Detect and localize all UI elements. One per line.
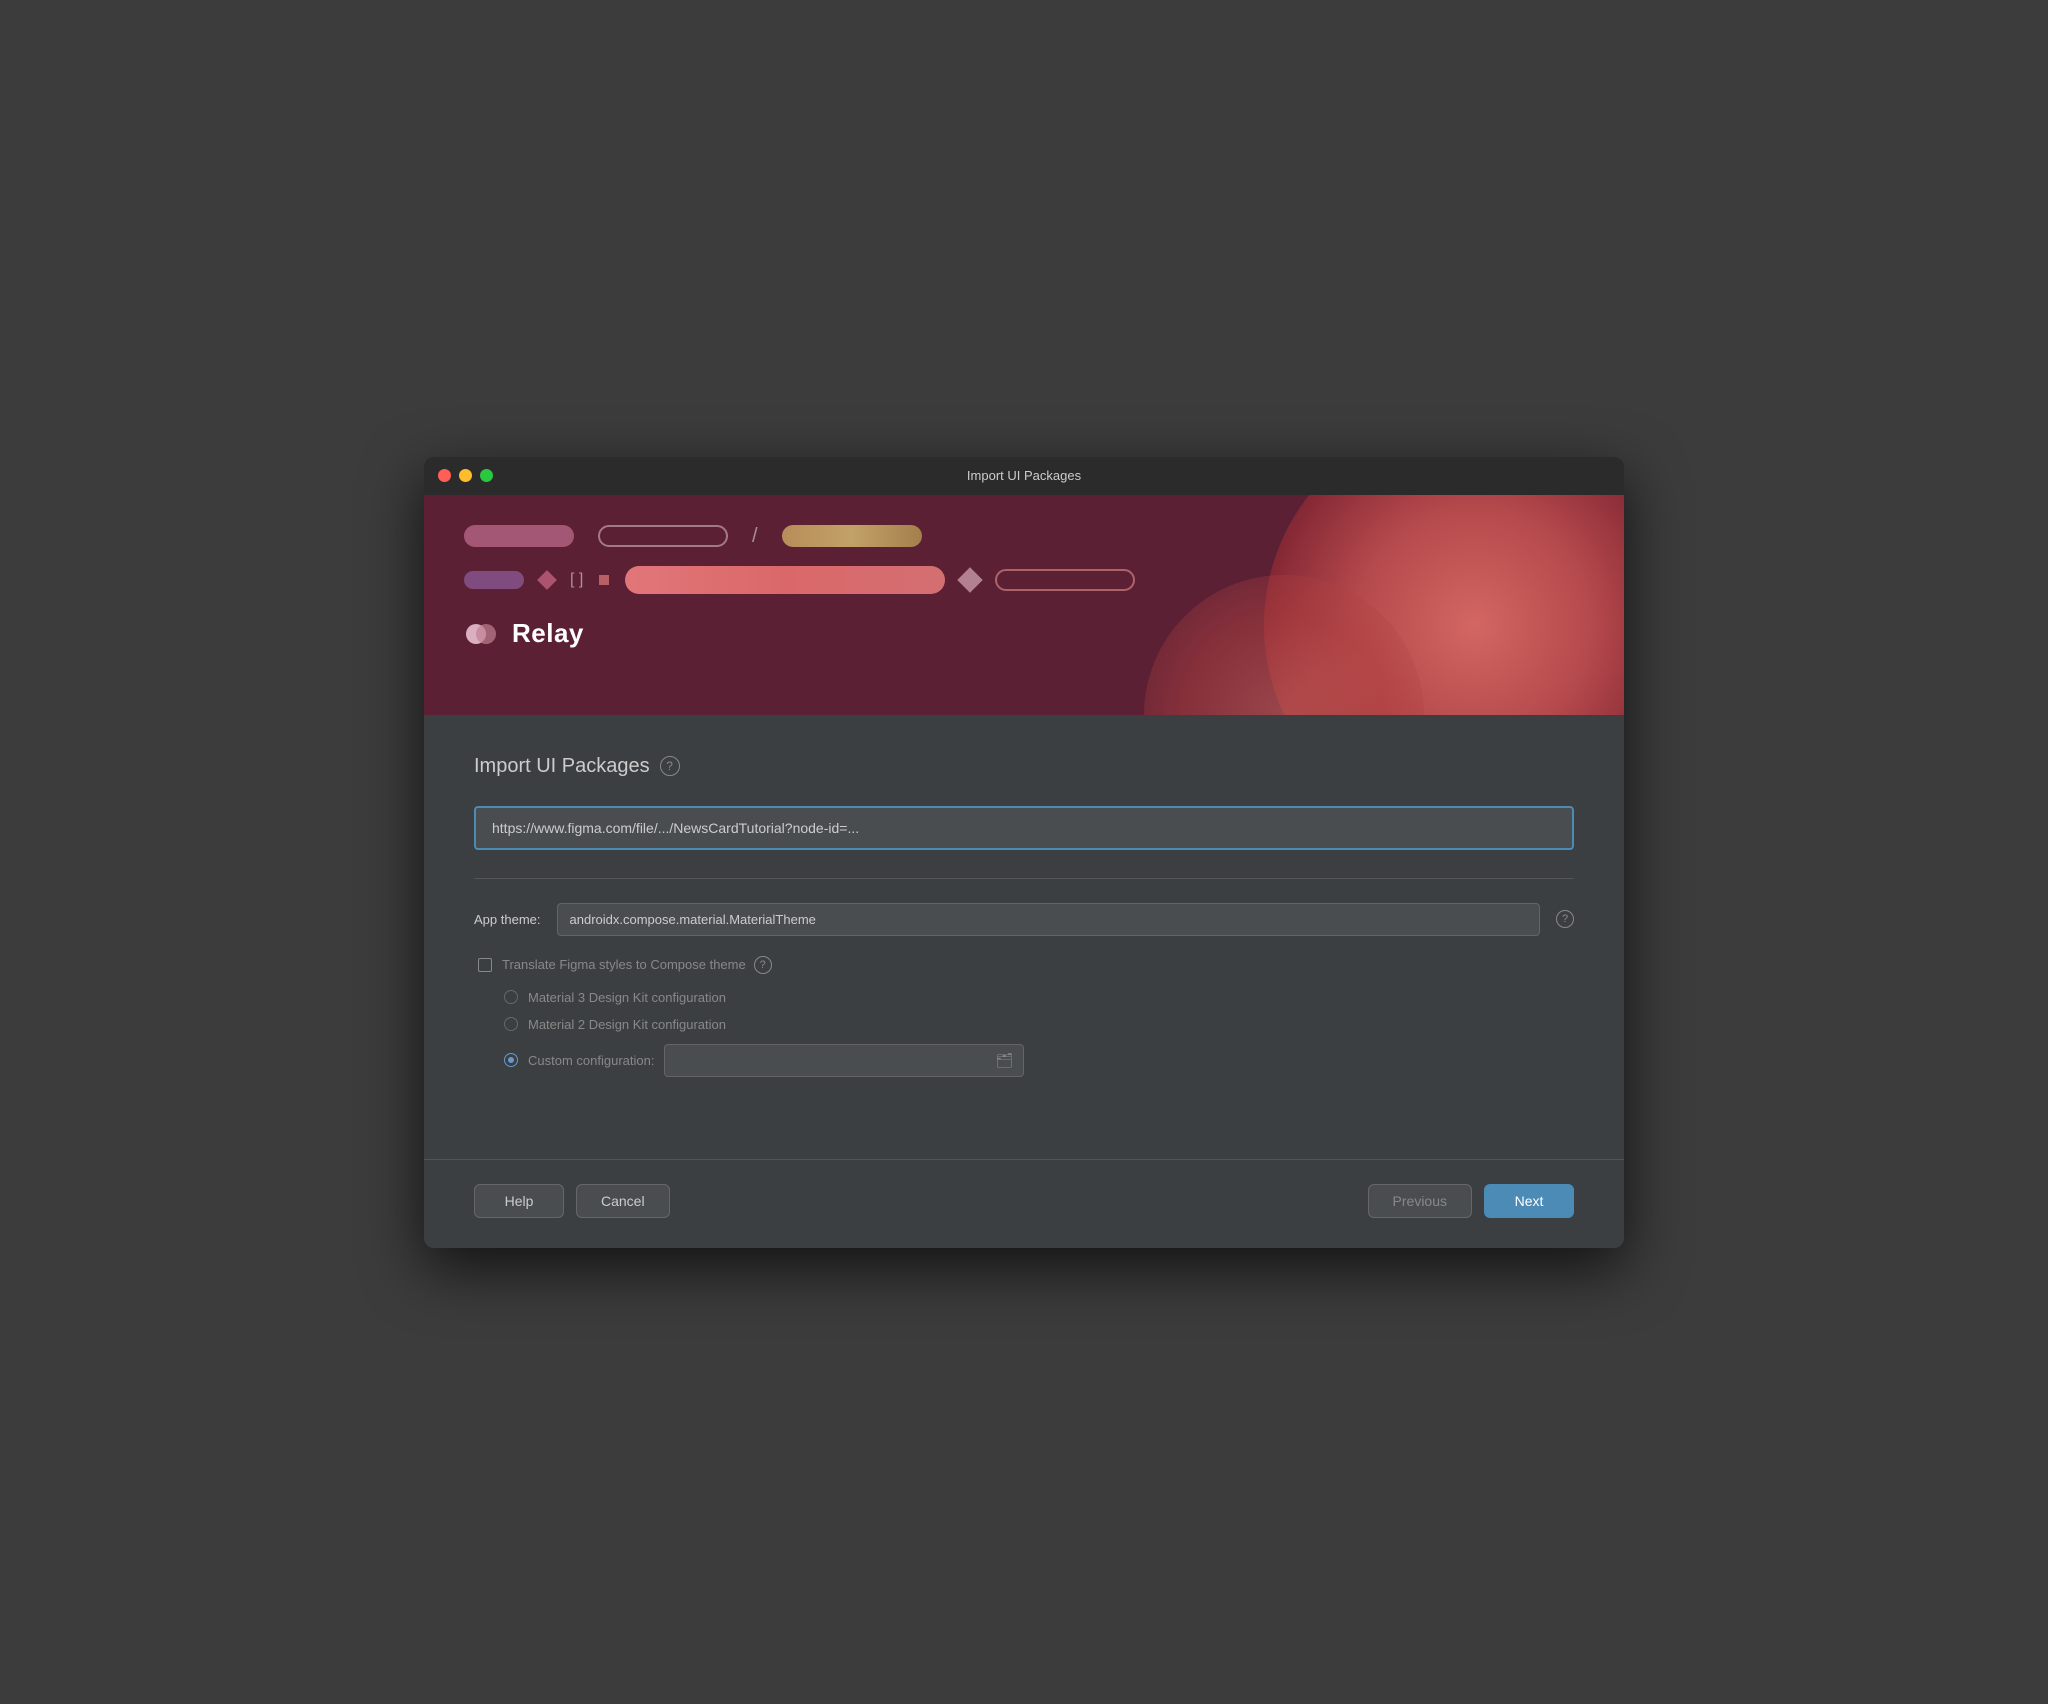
banner-bar-1 <box>464 525 574 547</box>
section-help-icon[interactable]: ? <box>660 756 680 776</box>
folder-icon: 🗂 <box>996 1052 1014 1069</box>
banner: / [ ] Relay <box>424 495 1624 715</box>
section-title-row: Import UI Packages ? <box>474 755 1574 778</box>
radio-custom[interactable] <box>504 1053 518 1067</box>
url-input-container <box>474 806 1574 850</box>
banner-bar-outline-salmon <box>995 569 1135 591</box>
cancel-button[interactable]: Cancel <box>576 1184 670 1218</box>
custom-config-input-container: 🗂 <box>664 1044 1024 1077</box>
footer-right: Previous Next <box>1368 1184 1574 1218</box>
radio-label-material2: Material 2 Design Kit configuration <box>528 1017 726 1032</box>
translate-checkbox[interactable] <box>478 958 492 972</box>
app-theme-input[interactable] <box>557 903 1541 936</box>
footer-left: Help Cancel <box>474 1184 670 1218</box>
theme-help-icon[interactable]: ? <box>1556 910 1574 928</box>
url-input[interactable] <box>474 806 1574 850</box>
title-bar: Import UI Packages <box>424 457 1624 495</box>
banner-row-1: / <box>464 525 1584 548</box>
app-window: Import UI Packages / [ ] <box>424 457 1624 1248</box>
banner-bar-salmon <box>625 566 945 594</box>
banner-row-2: [ ] <box>464 566 1584 594</box>
translate-help-icon[interactable]: ? <box>754 956 772 974</box>
relay-logo-text: Relay <box>512 618 584 649</box>
radio-row-1: Material 3 Design Kit configuration <box>504 990 1574 1005</box>
banner-bar-3 <box>782 525 922 547</box>
slash-icon: / <box>752 525 758 548</box>
footer: Help Cancel Previous Next <box>424 1159 1624 1248</box>
square-dot <box>599 575 609 585</box>
radio-row-custom: Custom configuration: 🗂 <box>504 1044 1574 1077</box>
app-theme-label: App theme: <box>474 912 541 927</box>
radio-label-material3: Material 3 Design Kit configuration <box>528 990 726 1005</box>
close-button[interactable] <box>438 469 451 482</box>
relay-logo-icon <box>464 616 500 652</box>
radio-group: Material 3 Design Kit configuration Mate… <box>474 990 1574 1077</box>
relay-logo: Relay <box>464 616 1584 652</box>
radio-material3[interactable] <box>504 990 518 1004</box>
window-title: Import UI Packages <box>967 468 1081 483</box>
minimize-button[interactable] <box>459 469 472 482</box>
radio-label-custom: Custom configuration: <box>528 1053 654 1068</box>
diamond-icon-2 <box>958 567 983 592</box>
divider <box>474 878 1574 879</box>
next-button[interactable]: Next <box>1484 1184 1574 1218</box>
maximize-button[interactable] <box>480 469 493 482</box>
translate-checkbox-row: Translate Figma styles to Compose theme … <box>474 956 1574 974</box>
diamond-icon-1 <box>537 570 557 590</box>
window-controls <box>438 469 493 482</box>
banner-bar-small <box>464 571 524 589</box>
previous-button[interactable]: Previous <box>1368 1184 1472 1218</box>
radio-material2[interactable] <box>504 1017 518 1031</box>
bracket-text: [ ] <box>570 571 583 589</box>
help-button[interactable]: Help <box>474 1184 564 1218</box>
app-theme-row: App theme: ? <box>474 903 1574 936</box>
banner-bar-2 <box>598 525 728 547</box>
translate-label: Translate Figma styles to Compose theme … <box>502 956 772 974</box>
main-content: Import UI Packages ? App theme: ? Transl… <box>424 715 1624 1119</box>
section-title-text: Import UI Packages <box>474 755 650 778</box>
radio-row-2: Material 2 Design Kit configuration <box>504 1017 1574 1032</box>
